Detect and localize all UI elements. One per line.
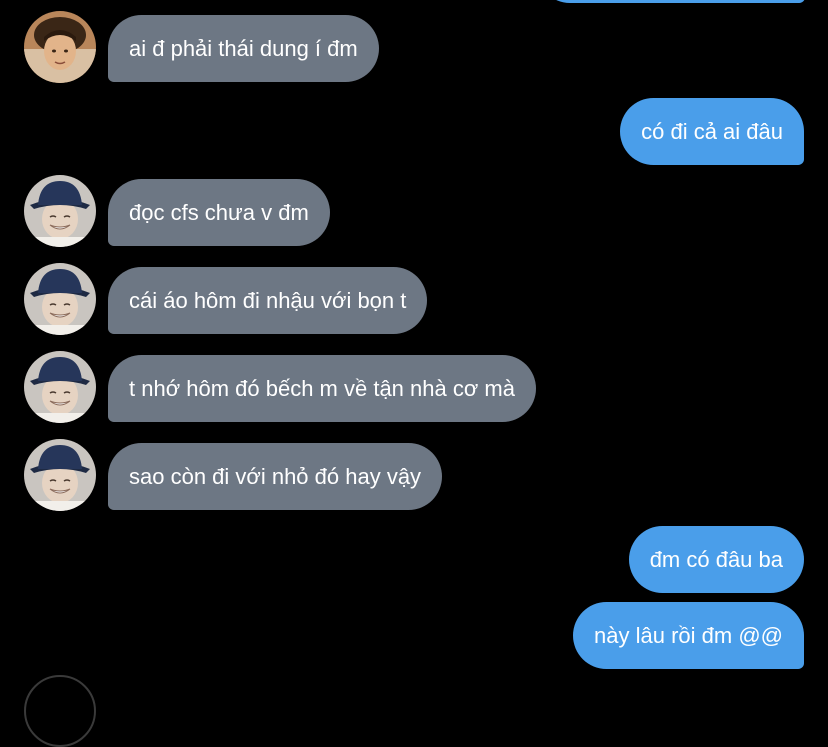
user-photo-avatar-partial-icon	[24, 675, 96, 747]
message-bubble-incoming[interactable]: cái áo hôm đi nhậu với bọn t	[108, 267, 428, 334]
user-photo-avatar-bucket-hat-icon[interactable]	[24, 351, 96, 423]
message-bubble-outgoing-partial[interactable]	[537, 0, 805, 3]
user-photo-avatar-bucket-hat-icon[interactable]	[24, 175, 96, 247]
message-bubble-incoming[interactable]: đọc cfs chưa v đm	[108, 179, 330, 246]
user-photo-avatar-warm-icon[interactable]	[24, 11, 96, 83]
chat-thread[interactable]: ai đ phải thái dung í đm có đi cả ai đâu…	[0, 0, 828, 747]
message-bubble-incoming[interactable]: ai đ phải thái dung í đm	[108, 15, 379, 82]
user-photo-avatar-bucket-hat-icon[interactable]	[24, 263, 96, 335]
message-bubble-outgoing[interactable]: có đi cả ai đâu	[620, 98, 804, 165]
message-bubble-incoming[interactable]: t nhớ hôm đó bếch m về tận nhà cơ mà	[108, 355, 536, 422]
message-bubble-incoming[interactable]: sao còn đi với nhỏ đó hay vậy	[108, 443, 443, 510]
message-bubble-outgoing[interactable]: đm có đâu ba	[628, 526, 804, 593]
user-photo-avatar-bucket-hat-icon[interactable]	[24, 439, 96, 511]
message-bubble-outgoing[interactable]: này lâu rồi đm @@	[573, 602, 804, 669]
